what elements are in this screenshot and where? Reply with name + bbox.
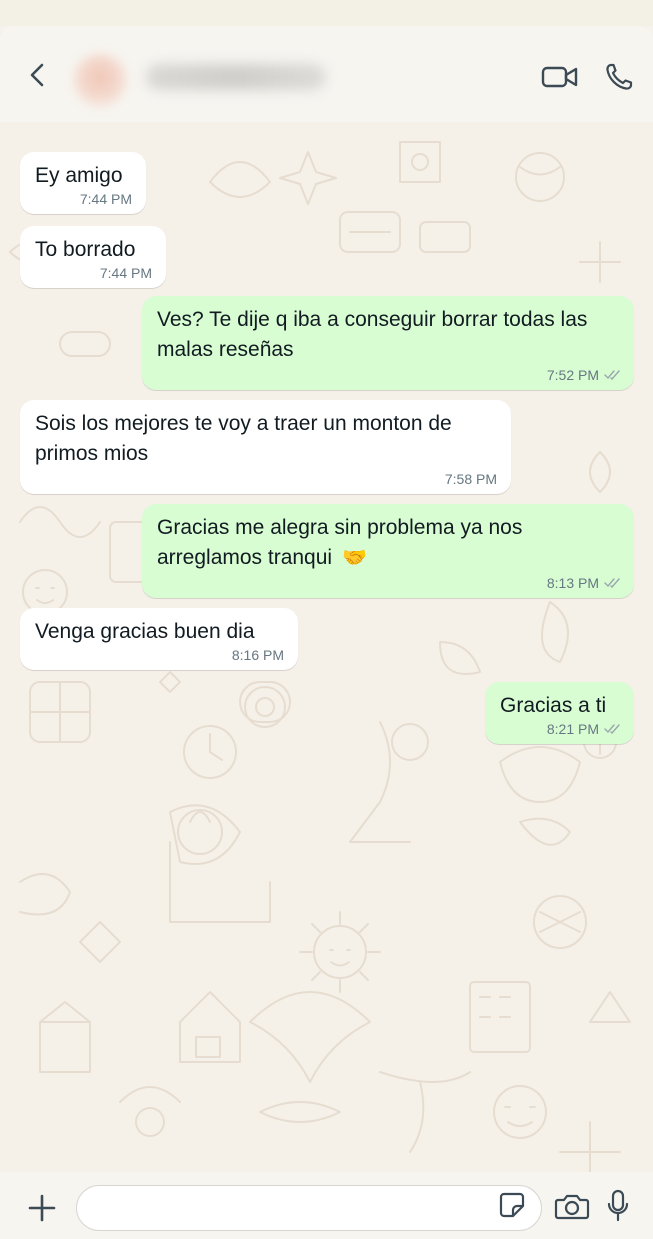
phone-icon bbox=[604, 62, 634, 97]
microphone-icon bbox=[606, 1189, 630, 1228]
message-text: Gracias me alegra sin problema ya nos ar… bbox=[157, 513, 620, 573]
message-bubble-incoming[interactable]: Sois los mejores te voy a traer un monto… bbox=[20, 400, 511, 494]
message-input[interactable] bbox=[93, 1186, 497, 1232]
message-text: Ves? Te dije q iba a conseguir borrar to… bbox=[157, 308, 594, 361]
chat-area[interactable]: Ey amigo 7:44 PM To borrado 7:44 PM Ves?… bbox=[0, 122, 653, 1172]
sticker-icon bbox=[498, 1191, 526, 1224]
message-meta: 8:16 PM bbox=[232, 647, 284, 663]
avatar[interactable] bbox=[74, 54, 126, 106]
message-time: 7:52 PM bbox=[546, 367, 599, 383]
message-bubble-outgoing[interactable]: Ves? Te dije q iba a conseguir borrar to… bbox=[142, 296, 634, 390]
back-button[interactable] bbox=[22, 60, 54, 94]
plus-icon bbox=[27, 1193, 57, 1228]
camera-icon bbox=[554, 1192, 590, 1225]
message-time: 7:58 PM bbox=[444, 471, 497, 487]
microphone-button[interactable] bbox=[602, 1189, 634, 1228]
status-bar-area bbox=[0, 0, 653, 26]
message-time: 8:16 PM bbox=[231, 647, 284, 663]
read-double-check-icon bbox=[604, 367, 622, 383]
message-bubble-incoming[interactable]: Ey amigo 7:44 PM bbox=[20, 152, 146, 214]
camera-button[interactable] bbox=[553, 1192, 591, 1224]
message-text: Sois los mejores te voy a traer un monto… bbox=[35, 412, 458, 465]
voice-call-button[interactable] bbox=[600, 62, 638, 96]
message-text: Gracias a ti bbox=[500, 694, 607, 717]
attach-button[interactable] bbox=[22, 1190, 62, 1230]
video-call-button[interactable] bbox=[538, 62, 582, 96]
read-double-check-icon bbox=[604, 721, 622, 737]
message-meta: 7:52 PM bbox=[547, 367, 622, 383]
video-camera-icon bbox=[541, 64, 579, 95]
sticker-button[interactable] bbox=[496, 1191, 528, 1223]
chevron-left-icon bbox=[27, 62, 49, 93]
message-time: 7:44 PM bbox=[99, 265, 152, 281]
message-bubble-incoming[interactable]: To borrado 7:44 PM bbox=[20, 226, 166, 288]
message-time: 8:21 PM bbox=[546, 721, 599, 737]
message-text: Ey amigo bbox=[35, 164, 123, 187]
message-time: 7:44 PM bbox=[79, 191, 132, 207]
message-meta: 8:21 PM bbox=[547, 721, 622, 737]
handshake-emoji: 🤝 bbox=[341, 547, 367, 569]
message-composer bbox=[0, 1172, 653, 1239]
contact-info[interactable] bbox=[62, 46, 332, 106]
message-bubble-incoming[interactable]: Venga gracias buen dia 8:16 PM bbox=[20, 608, 298, 670]
message-bubble-outgoing[interactable]: Gracias a ti 8:21 PM bbox=[485, 682, 634, 744]
read-double-check-icon bbox=[604, 575, 622, 591]
message-meta: 7:44 PM bbox=[100, 265, 152, 281]
message-meta: 8:13 PM bbox=[547, 575, 622, 591]
message-text: Venga gracias buen dia bbox=[35, 620, 255, 643]
message-text: To borrado bbox=[35, 238, 136, 261]
message-bubble-outgoing[interactable]: Gracias me alegra sin problema ya nos ar… bbox=[142, 504, 634, 598]
message-time: 8:13 PM bbox=[546, 575, 599, 591]
chat-header bbox=[0, 26, 653, 122]
message-meta: 7:44 PM bbox=[80, 191, 132, 207]
message-meta: 7:58 PM bbox=[445, 471, 497, 487]
contact-name bbox=[146, 64, 326, 90]
message-input-box[interactable] bbox=[76, 1185, 542, 1232]
